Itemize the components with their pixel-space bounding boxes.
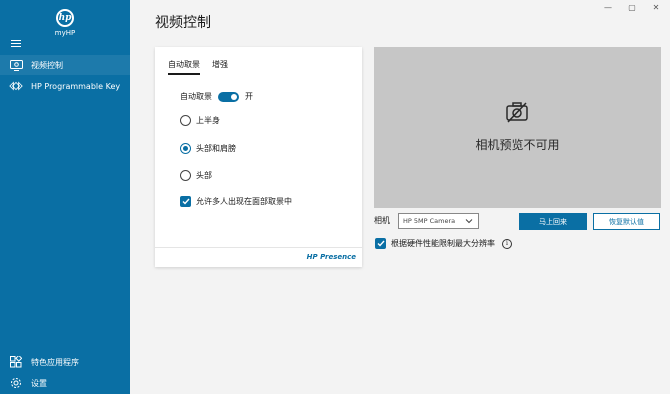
tab-bar: 自动取景 增强	[168, 59, 228, 75]
sidebar-item-featured-apps[interactable]: 特色应用程序	[0, 352, 130, 372]
option-label: 上半身	[196, 116, 220, 125]
preview-unavailable-text: 相机预览不可用	[475, 138, 560, 152]
tab-auto-framing[interactable]: 自动取景	[168, 59, 200, 75]
sidebar-item-label: 设置	[31, 378, 47, 388]
hp-logo: hp	[56, 9, 74, 27]
app-name: myHP	[54, 29, 76, 37]
chevron-down-icon	[465, 219, 473, 224]
checkmark-icon	[182, 198, 190, 205]
hardware-limit-checkbox[interactable]	[375, 238, 386, 249]
maximize-button[interactable]: ▢	[626, 3, 638, 12]
hamburger-menu-icon[interactable]	[11, 40, 21, 48]
apps-grid-icon	[9, 356, 23, 368]
option-label: 头部和肩膀	[196, 144, 236, 153]
info-icon[interactable]: i	[502, 238, 512, 249]
camera-monitor-icon	[9, 59, 23, 71]
page-title: 视频控制	[155, 15, 211, 31]
option-label: 头部	[196, 171, 212, 180]
hardware-limit-row[interactable]: 根据硬件性能限制最大分辨率 i	[375, 238, 512, 249]
sidebar-item-label: 特色应用程序	[31, 357, 79, 367]
sidebar-item-programmable-key[interactable]: HP Programmable Key	[0, 76, 130, 96]
camera-preview: 相机预览不可用	[374, 47, 661, 208]
option-head-shoulders[interactable]: 头部和肩膀	[180, 143, 236, 154]
minimize-button[interactable]: —	[602, 3, 614, 12]
checkmark-icon	[377, 240, 385, 247]
radio-head-shoulders[interactable]	[180, 143, 191, 154]
hardware-limit-label: 根据硬件性能限制最大分辨率	[391, 239, 495, 248]
sidebar-item-label: 视频控制	[31, 60, 63, 70]
framing-settings-card: 自动取景 增强 自动取景 开 上半身 头部和肩膀 头部 允许多人出现在面部取景中…	[155, 47, 362, 267]
option-upper-body[interactable]: 上半身	[180, 115, 220, 126]
gear-icon	[9, 377, 23, 389]
auto-framing-toggle[interactable]	[218, 91, 239, 102]
radio-upper-body[interactable]	[180, 115, 191, 126]
auto-framing-row: 自动取景 开	[180, 91, 253, 102]
multi-person-checkbox[interactable]	[180, 196, 191, 207]
camera-select[interactable]: HP 5MP Camera	[398, 213, 479, 229]
multi-person-row[interactable]: 允许多人出现在面部取景中	[180, 196, 292, 207]
camera-select-value: HP 5MP Camera	[403, 217, 456, 225]
camera-label: 相机	[374, 216, 390, 225]
be-right-back-button[interactable]: 马上回来	[519, 213, 587, 230]
tab-enhance[interactable]: 增强	[212, 59, 228, 75]
auto-framing-label: 自动取景	[180, 92, 212, 101]
window-controls: — ▢ ✕	[602, 3, 662, 12]
sidebar-item-video-control[interactable]: 视频控制	[0, 55, 130, 75]
radio-head[interactable]	[180, 170, 191, 181]
programmable-key-icon	[9, 80, 23, 92]
divider	[155, 247, 362, 248]
close-button[interactable]: ✕	[650, 3, 662, 12]
sidebar-item-label: HP Programmable Key	[31, 81, 121, 91]
toggle-state-label: 开	[245, 92, 253, 101]
camera-off-icon	[506, 102, 528, 123]
option-head[interactable]: 头部	[180, 170, 212, 181]
restore-defaults-button[interactable]: 恢复默认值	[593, 213, 660, 230]
sidebar: hp myHP 视频控制 HP Programmable Key 特色应用程序 …	[0, 0, 130, 394]
sidebar-item-settings[interactable]: 设置	[0, 373, 130, 393]
multi-person-label: 允许多人出现在面部取景中	[196, 197, 292, 206]
hp-presence-label: HP Presence	[306, 253, 356, 261]
